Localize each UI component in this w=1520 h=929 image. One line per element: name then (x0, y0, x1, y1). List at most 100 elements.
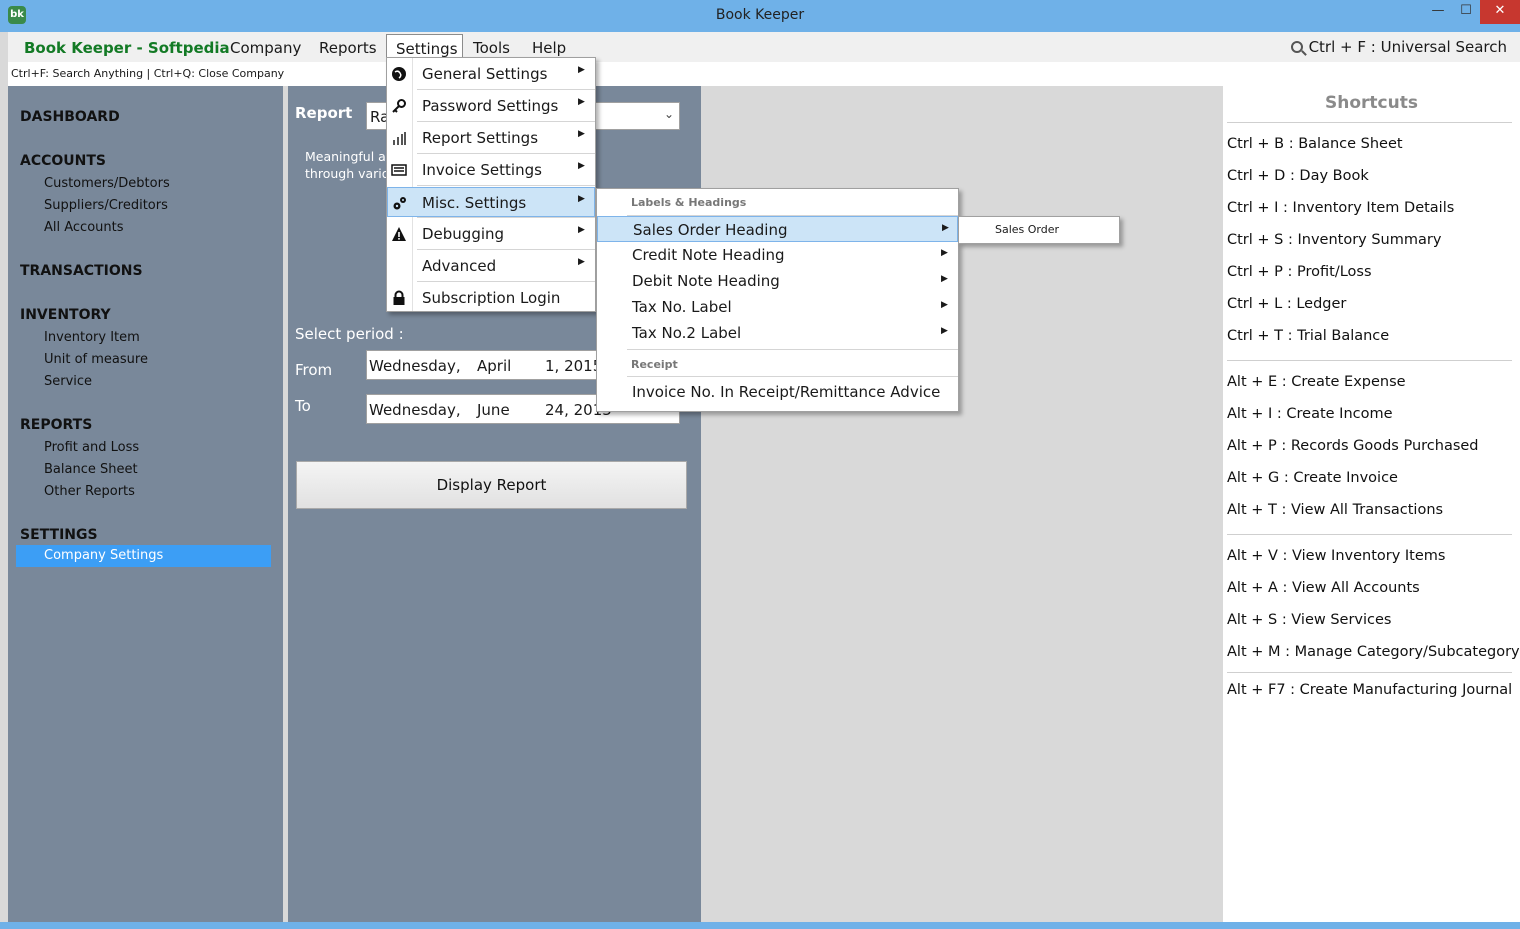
menu-item-subscription-login[interactable]: Subscription Login (387, 283, 595, 313)
chevron-right-icon: ▶ (578, 257, 585, 267)
window-bottom-border (0, 922, 1520, 929)
menu-item-sales-order[interactable]: Sales Order (959, 217, 1119, 243)
chevron-right-icon: ▶ (578, 129, 585, 139)
sidebar-item-profit-and-loss[interactable]: Profit and Loss (44, 440, 139, 455)
chevron-right-icon: ▶ (578, 161, 585, 171)
sidebar-section-settings: SETTINGS (20, 527, 98, 543)
menu-item-invoice-no-receipt[interactable]: Invoice No. In Receipt/Remittance Advice (597, 378, 958, 406)
report-description: Meaningful ar through vario (305, 148, 395, 182)
display-report-button[interactable]: Display Report (296, 461, 687, 509)
sales-order-submenu: Sales Order (958, 216, 1120, 244)
sidebar-dashboard[interactable]: DASHBOARD (20, 109, 120, 125)
report-label: Report (295, 104, 353, 122)
shortcut-item: Ctrl + I : Inventory Item Details (1227, 200, 1455, 216)
menu-item-misc-settings[interactable]: Misc. Settings ▶ (387, 187, 595, 217)
menu-item-label: Debugging (422, 225, 505, 243)
menu-item-label: Tax No.2 Label (632, 324, 742, 342)
chevron-down-icon: ⌄ (663, 107, 674, 121)
sidebar-transactions[interactable]: TRANSACTIONS (20, 263, 143, 279)
warning-icon (392, 227, 406, 241)
menu-item-sales-order-heading[interactable]: Sales Order Heading ▶ (597, 216, 958, 242)
menu-separator (417, 89, 595, 90)
menu-item-debugging[interactable]: Debugging ▶ (387, 219, 595, 249)
universal-search-label: Ctrl + F : Universal Search (1308, 38, 1507, 56)
menu-separator (417, 121, 595, 122)
menu-separator (417, 249, 595, 250)
report-description-line1: Meaningful ar (305, 149, 391, 164)
menu-item-label: Subscription Login (422, 289, 561, 307)
sidebar-item-customers[interactable]: Customers/Debtors (44, 176, 170, 191)
menu-bar: Book Keeper - Softpedia Company Reports … (8, 32, 1520, 62)
shortcut-item: Alt + T : View All Transactions (1227, 502, 1444, 518)
menu-item-label: Invoice No. In Receipt/Remittance Advice (632, 383, 941, 401)
search-icon (1290, 41, 1303, 53)
menu-separator (627, 376, 958, 377)
shortcut-item: Ctrl + D : Day Book (1227, 168, 1369, 184)
menu-item-label: Password Settings (422, 97, 559, 115)
report-description-line2: through vario (305, 166, 390, 181)
menu-item-label: Advanced (422, 257, 497, 275)
menu-item-label: Misc. Settings (422, 194, 527, 212)
menu-separator (417, 185, 595, 186)
chevron-right-icon: ▶ (942, 223, 949, 233)
shortcuts-divider (1227, 672, 1512, 673)
sidebar-section-reports: REPORTS (20, 417, 93, 433)
menu-item-label: General Settings (422, 65, 548, 83)
menu-item-report-settings[interactable]: Report Settings ▶ (387, 123, 595, 153)
maximize-button[interactable]: ☐ (1452, 0, 1480, 24)
menu-item-credit-note-heading[interactable]: Credit Note Heading ▶ (597, 242, 958, 268)
menu-item-label: Report Settings (422, 129, 539, 147)
menu-item-invoice-settings[interactable]: Invoice Settings ▶ (387, 155, 595, 185)
universal-search[interactable]: Ctrl + F : Universal Search (1290, 38, 1507, 56)
brand-title: Book Keeper - Softpedia (24, 39, 230, 57)
select-period-label: Select period : (295, 325, 404, 343)
chevron-right-icon: ▶ (941, 274, 948, 284)
shortcuts-panel: Shortcuts Ctrl + B : Balance Sheet Ctrl … (1223, 86, 1520, 922)
sidebar-item-unit-of-measure[interactable]: Unit of measure (44, 352, 148, 367)
chevron-right-icon: ▶ (578, 225, 585, 235)
menu-item-general-settings[interactable]: General Settings ▶ (387, 59, 595, 89)
menu-item-password-settings[interactable]: Password Settings ▶ (387, 91, 595, 121)
menu-separator (417, 153, 595, 154)
shortcut-item: Alt + E : Create Expense (1227, 374, 1406, 390)
shortcuts-divider (1227, 122, 1512, 123)
sidebar-item-inventory-item[interactable]: Inventory Item (44, 330, 140, 345)
key-icon (392, 99, 406, 113)
shortcut-item: Alt + I : Create Income (1227, 406, 1393, 422)
minimize-button[interactable]: — (1424, 0, 1452, 24)
lock-icon (393, 290, 405, 305)
sidebar-item-suppliers[interactable]: Suppliers/Creditors (44, 198, 168, 213)
shortcut-item: Alt + M : Manage Category/Subcategory (1227, 644, 1520, 660)
group-header-labels-headings: Labels & Headings (631, 196, 747, 209)
shortcut-item: Alt + A : View All Accounts (1227, 580, 1420, 596)
sidebar-item-balance-sheet[interactable]: Balance Sheet (44, 462, 138, 477)
invoice-icon (391, 164, 407, 176)
settings-dropdown: General Settings ▶ Password Settings ▶ R… (386, 57, 596, 312)
menu-item-tax-no2-label[interactable]: Tax No.2 Label ▶ (597, 320, 958, 346)
menu-company[interactable]: Company (221, 34, 310, 60)
sidebar-item-service[interactable]: Service (44, 374, 92, 389)
to-label: To (295, 397, 311, 415)
shortcut-item: Ctrl + S : Inventory Summary (1227, 232, 1442, 248)
shortcut-item: Ctrl + L : Ledger (1227, 296, 1347, 312)
sidebar-section-accounts: ACCOUNTS (20, 153, 107, 169)
menu-item-label: Credit Note Heading (632, 246, 785, 264)
sidebar-item-other-reports[interactable]: Other Reports (44, 484, 135, 499)
sidebar-item-all-accounts[interactable]: All Accounts (44, 220, 124, 235)
close-button[interactable]: ✕ (1480, 0, 1520, 24)
menu-item-advanced[interactable]: Advanced ▶ (387, 251, 595, 281)
menu-item-label: Sales Order (995, 223, 1060, 236)
menu-item-debit-note-heading[interactable]: Debit Note Heading ▶ (597, 268, 958, 294)
menu-reports[interactable]: Reports (310, 34, 386, 60)
menu-item-tax-no-label[interactable]: Tax No. Label ▶ (597, 294, 958, 320)
shortcuts-title: Shortcuts (1325, 93, 1418, 113)
sidebar-item-company-settings[interactable]: Company Settings (16, 545, 271, 567)
shortcut-item: Alt + S : View Services (1227, 612, 1392, 628)
shortcuts-divider (1227, 360, 1512, 361)
shortcut-hint-bar: Ctrl+F: Search Anything | Ctrl+Q: Close … (8, 62, 1520, 86)
shortcut-item: Alt + G : Create Invoice (1227, 470, 1398, 486)
shortcuts-divider (1227, 534, 1512, 535)
menu-item-label: Debit Note Heading (632, 272, 780, 290)
chevron-right-icon: ▶ (941, 326, 948, 336)
menu-separator (627, 349, 958, 350)
